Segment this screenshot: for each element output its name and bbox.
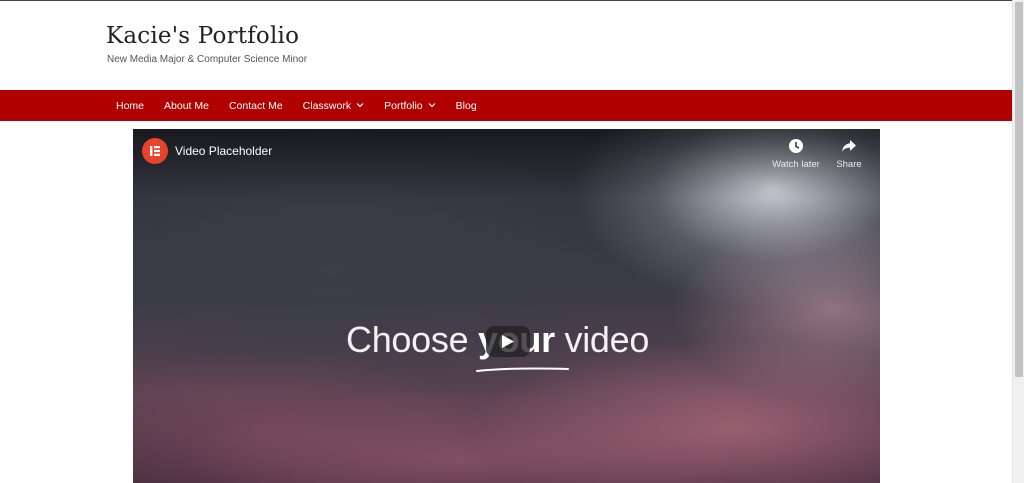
share-arrow-icon	[841, 138, 857, 154]
video-embed[interactable]: Video Placeholder Watch later Share Choo…	[133, 129, 880, 483]
chevron-down-icon[interactable]	[356, 101, 364, 109]
nav-item-portfolio[interactable]: Portfolio	[384, 100, 436, 112]
nav-item-blog[interactable]: Blog	[456, 100, 477, 112]
play-button[interactable]	[486, 326, 530, 357]
headline-before: Choose	[346, 319, 478, 360]
watch-later-label: Watch later	[772, 159, 820, 170]
nav-item-label: Portfolio	[384, 99, 423, 112]
nav-item-classwork[interactable]: Classwork	[303, 100, 364, 112]
share-button[interactable]: Share	[819, 138, 879, 170]
site-header: Kacie's Portfolio New Media Major & Comp…	[0, 1, 1012, 90]
nav-item-label: About Me	[164, 99, 209, 112]
elementor-logo-icon[interactable]	[142, 138, 168, 164]
nav-item-label: Contact Me	[228, 99, 283, 112]
play-icon	[502, 335, 514, 348]
page: Kacie's Portfolio New Media Major & Comp…	[0, 0, 1012, 483]
watch-later-button[interactable]: Watch later	[766, 138, 826, 170]
nav-item-label: Classwork	[302, 99, 352, 112]
vertical-scrollbar[interactable]	[1012, 0, 1024, 483]
nav-item-label: Blog	[455, 99, 477, 112]
chevron-down-icon[interactable]	[428, 101, 436, 109]
nav-item-label: Home	[116, 99, 145, 112]
clock-icon	[788, 138, 804, 154]
video-title[interactable]: Video Placeholder	[175, 144, 272, 158]
share-label: Share	[836, 159, 862, 170]
site-title[interactable]: Kacie's Portfolio	[106, 23, 299, 49]
nav-item-home[interactable]: Home	[116, 100, 144, 112]
nav-item-contact-me[interactable]: Contact Me	[229, 100, 283, 112]
headline-after: video	[554, 319, 650, 360]
main-navigation: Home About Me Contact Me Classwork Portf…	[0, 90, 1012, 121]
nav-item-about-me[interactable]: About Me	[164, 100, 209, 112]
scrollbar-thumb[interactable]	[1015, 2, 1023, 377]
nav-list: Home About Me Contact Me Classwork Portf…	[116, 90, 497, 121]
site-tagline: New Media Major & Computer Science Minor	[107, 54, 308, 65]
underline-swoosh	[476, 367, 569, 372]
